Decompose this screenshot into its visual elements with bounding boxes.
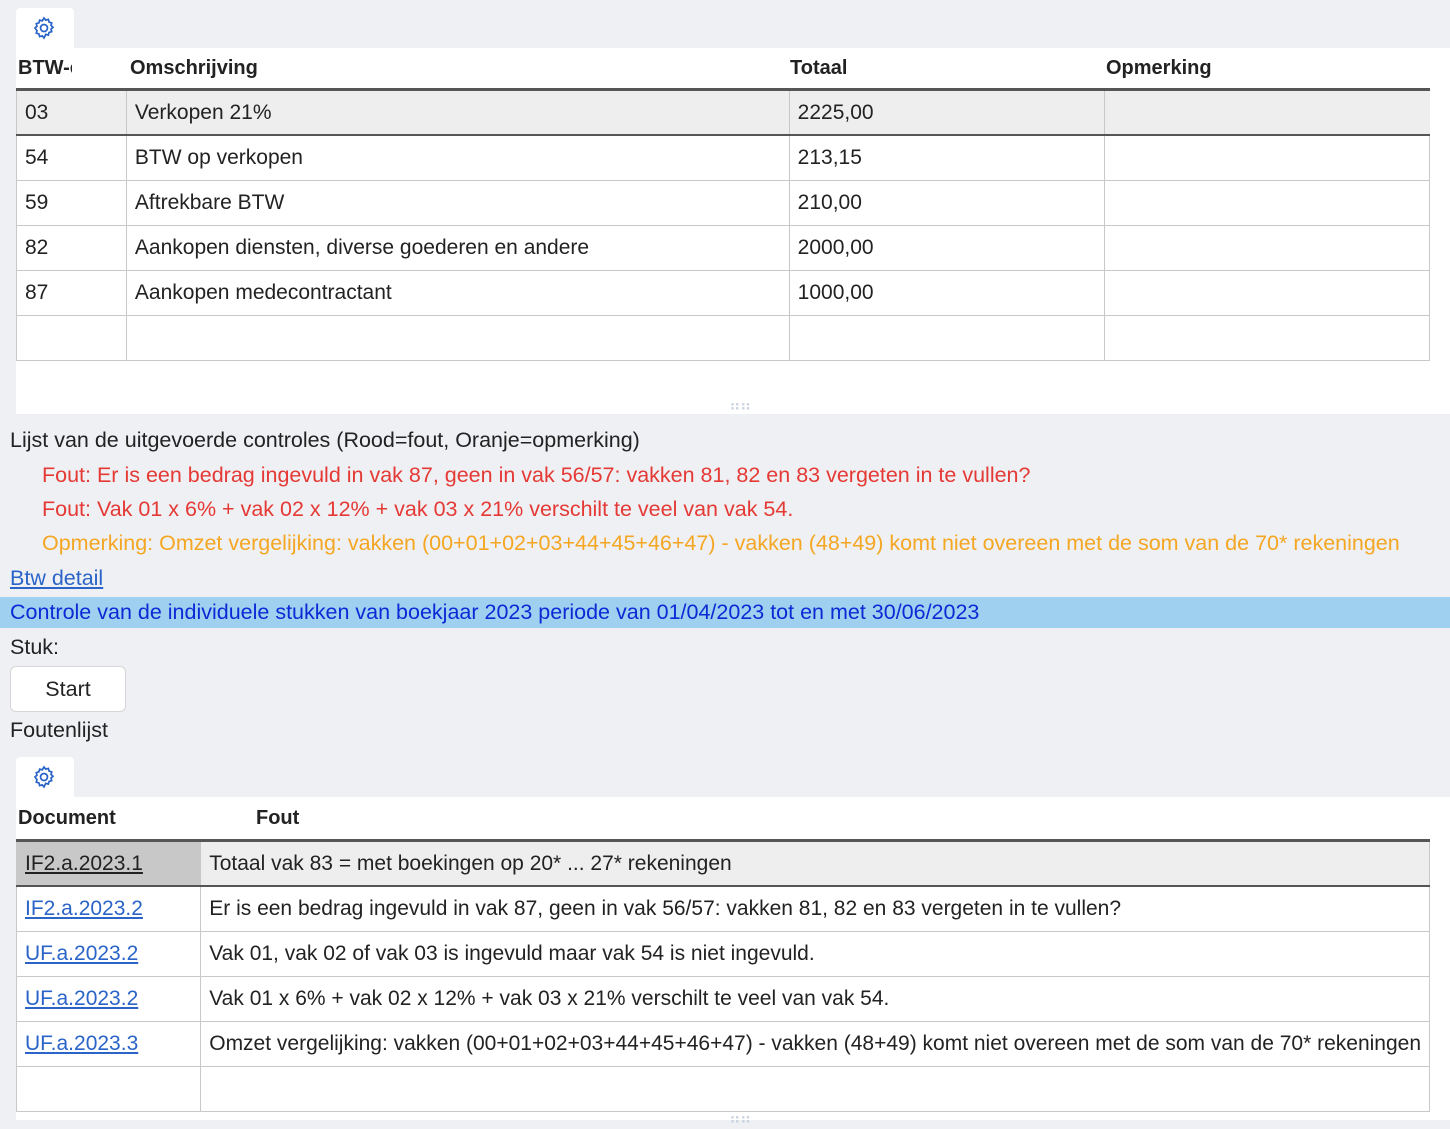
table-row[interactable]: 82 Aankopen diensten, diverse goederen en… [16,224,1430,271]
table-row[interactable]: 54 BTW op verkopen 213,15 [16,134,1430,181]
document-cell[interactable]: UF.a.2023.2 [15,930,202,977]
document-cell[interactable]: IF2.a.2023.1 [15,840,202,887]
table-row[interactable]: UF.a.2023.2 Vak 01 x 6% + vak 02 x 12% + … [15,975,1430,1022]
col-header-fout[interactable]: Fout [256,807,299,830]
fout-cell[interactable] [200,1065,1430,1112]
btw-table: 03 Verkopen 21% 2225,00 54 BTW op verkopen 21… [16,89,1430,361]
foutenlijst-label: Foutenlijst [10,718,108,742]
totaal-cell[interactable] [788,314,1106,361]
stuk-label: Stuk: [10,635,59,659]
btw-code-cell[interactable]: 87 [16,269,127,316]
table-row[interactable]: IF2.a.2023.1 Totaal vak 83 = met boekinge… [15,840,1430,887]
col-header-document[interactable]: Document [18,807,116,830]
table-row[interactable]: 03 Verkopen 21% 2225,00 [16,89,1430,136]
table-row[interactable] [16,314,1430,361]
opmerking-cell[interactable] [1104,314,1430,361]
check-warning: Opmerking: Omzet vergelijking: vakken (0… [42,531,1400,555]
table-row[interactable]: IF2.a.2023.2 Er is een bedrag ingevuld in… [15,885,1430,932]
btw-code-cell[interactable]: 59 [16,179,127,226]
omschrijving-cell[interactable] [125,314,790,361]
checks-heading: Lijst van de uitgevoerde controles (Rood… [10,428,640,452]
btw-code-cell[interactable]: 82 [16,224,127,271]
btw-code-cell[interactable] [16,314,127,361]
fout-cell[interactable]: Vak 01, vak 02 of vak 03 is ingevuld maa… [200,930,1430,977]
btw-detail-link[interactable]: Btw detail [10,566,103,591]
opmerking-cell[interactable] [1104,134,1430,181]
opmerking-cell[interactable] [1104,179,1430,226]
fout-grid-header: Document Fout [16,797,1430,840]
document-link[interactable]: UF.a.2023.3 [25,1032,138,1055]
totaal-cell[interactable]: 1000,00 [788,269,1106,316]
opmerking-cell[interactable] [1104,224,1430,271]
foutenlijst-settings-button[interactable] [16,757,74,797]
check-error: Fout: Vak 01 x 6% + vak 02 x 12% + vak 0… [42,497,794,521]
table-row[interactable]: UF.a.2023.2 Vak 01, vak 02 of vak 03 is i… [15,930,1430,977]
omschrijving-cell[interactable]: Aankopen medecontractant [125,269,790,316]
document-link[interactable]: IF2.a.2023.1 [25,852,143,875]
grid-settings-button[interactable] [16,8,74,48]
totaal-cell[interactable]: 2000,00 [788,224,1106,271]
check-error: Fout: Er is een bedrag ingevuld in vak 8… [42,463,1031,487]
totaal-cell[interactable]: 2225,00 [788,89,1106,136]
fout-table: IF2.a.2023.1 Totaal vak 83 = met boekinge… [15,840,1430,1112]
document-link[interactable]: UF.a.2023.2 [25,942,138,965]
document-cell[interactable]: UF.a.2023.2 [15,975,202,1022]
document-cell[interactable]: IF2.a.2023.2 [15,885,202,932]
fout-cell[interactable]: Totaal vak 83 = met boekingen op 20* ...… [200,840,1430,887]
table-row[interactable]: 59 Aftrekbare BTW 210,00 [16,179,1430,226]
document-cell[interactable] [15,1065,202,1112]
fout-cell[interactable]: Omzet vergelijking: vakken (00+01+02+03+… [200,1020,1430,1067]
document-link[interactable]: IF2.a.2023.2 [25,897,143,920]
start-button[interactable]: Start [10,666,126,712]
totaal-cell[interactable]: 213,15 [788,134,1106,181]
table-row[interactable]: UF.a.2023.3 Omzet vergelijking: vakken (0… [15,1020,1430,1067]
resize-grip-icon[interactable]: ⠶⠶ [729,1109,751,1129]
document-cell[interactable]: UF.a.2023.3 [15,1020,202,1067]
btw-code-cell[interactable]: 03 [16,89,127,136]
control-banner: Controle van de individuele stukken van … [0,597,1450,628]
col-header-btw-code[interactable]: BTW-c [18,57,72,80]
opmerking-cell[interactable] [1104,89,1430,136]
btw-grid-header: BTW-c Omschrijving Totaal Opmerking [16,48,1430,89]
omschrijving-cell[interactable]: Verkopen 21% [125,89,790,136]
resize-grip-icon[interactable]: ⠶⠶ [729,396,751,416]
omschrijving-cell[interactable]: Aankopen diensten, diverse goederen en a… [125,224,790,271]
totaal-cell[interactable]: 210,00 [788,179,1106,226]
table-row[interactable]: 87 Aankopen medecontractant 1000,00 [16,269,1430,316]
col-header-totaal[interactable]: Totaal [790,57,847,80]
document-link[interactable]: UF.a.2023.2 [25,987,138,1010]
gear-icon [33,765,55,789]
col-header-opmerking[interactable]: Opmerking [1106,57,1212,80]
col-header-omschrijving[interactable]: Omschrijving [130,57,258,80]
omschrijving-cell[interactable]: Aftrekbare BTW [125,179,790,226]
fout-cell[interactable]: Er is een bedrag ingevuld in vak 87, gee… [200,885,1430,932]
fout-grid-panel: Document Fout IF2.a.2023.1 Totaal vak 83 … [15,797,1450,1128]
fout-cell[interactable]: Vak 01 x 6% + vak 02 x 12% + vak 03 x 21… [200,975,1430,1022]
table-row[interactable] [15,1065,1430,1112]
omschrijving-cell[interactable]: BTW op verkopen [125,134,790,181]
btw-code-cell[interactable]: 54 [16,134,127,181]
btw-grid-panel: BTW-c Omschrijving Totaal Opmerking 03Ve… [16,48,1450,416]
gear-icon [33,16,55,40]
opmerking-cell[interactable] [1104,269,1430,316]
